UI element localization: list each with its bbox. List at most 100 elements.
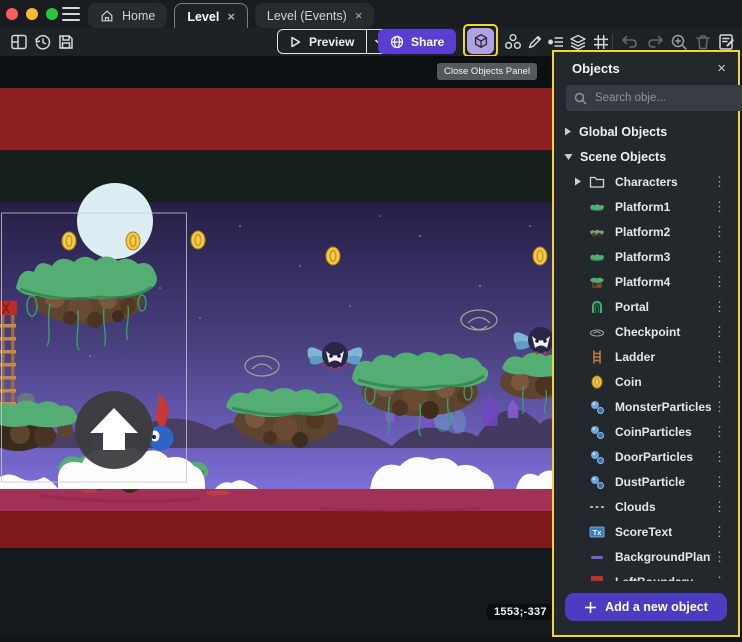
history-icon[interactable] bbox=[32, 31, 54, 53]
coin-thumb bbox=[588, 374, 606, 390]
object-menu-button[interactable]: ⋮ bbox=[711, 375, 728, 388]
object-item-characters[interactable]: Characters⋮ bbox=[554, 169, 738, 194]
objects-panel-icon[interactable] bbox=[467, 28, 494, 54]
moon[interactable] bbox=[77, 183, 153, 259]
object-item-platform4[interactable]: Platform4⋮ bbox=[554, 269, 738, 294]
object-label: DoorParticles bbox=[615, 450, 711, 464]
save-icon[interactable] bbox=[55, 31, 77, 53]
window-controls[interactable] bbox=[6, 8, 58, 20]
plus-icon bbox=[584, 601, 597, 614]
home-icon bbox=[100, 9, 114, 23]
object-menu-button[interactable]: ⋮ bbox=[711, 325, 728, 338]
object-menu-button[interactable]: ⋮ bbox=[711, 300, 728, 313]
search-icon bbox=[574, 92, 587, 105]
top-boundary[interactable] bbox=[0, 88, 556, 150]
object-groups-icon[interactable] bbox=[502, 31, 524, 53]
titlebar: Home Level × Level (Events) × bbox=[0, 0, 742, 28]
share-button[interactable]: Share bbox=[378, 29, 456, 54]
objects-panel-header: Objects × bbox=[554, 52, 738, 81]
tab-label: Level bbox=[187, 10, 219, 24]
ladder-thumb bbox=[588, 349, 606, 365]
object-label: BackgroundPlants bbox=[615, 550, 711, 564]
object-item-scoretext[interactable]: Tx ScoreText⋮ bbox=[554, 519, 738, 544]
group-global-objects[interactable]: Global Objects bbox=[554, 119, 738, 144]
object-item-dustparticle[interactable]: DustParticle⋮ bbox=[554, 469, 738, 494]
objects-panel: Objects × Global Objects Scene Objects C… bbox=[552, 50, 740, 637]
bottom-boundary[interactable] bbox=[0, 511, 556, 548]
play-icon bbox=[288, 35, 302, 49]
red-square-thumb bbox=[588, 574, 606, 582]
object-label: LeftBoundary bbox=[615, 575, 711, 582]
scene-render bbox=[0, 56, 556, 637]
platform-thumb bbox=[588, 199, 606, 215]
object-menu-button[interactable]: ⋮ bbox=[711, 475, 728, 488]
chevron-down-icon bbox=[564, 153, 573, 161]
particles-thumb bbox=[588, 399, 606, 415]
object-item-platform3[interactable]: Platform3⋮ bbox=[554, 244, 738, 269]
scene-editor-canvas[interactable] bbox=[0, 56, 556, 637]
group-scene-objects[interactable]: Scene Objects bbox=[554, 144, 738, 169]
checkpoint-thumb bbox=[588, 324, 606, 340]
close-tab-icon[interactable]: × bbox=[227, 10, 235, 23]
particles-thumb bbox=[588, 474, 606, 490]
object-item-platform1[interactable]: Platform1⋮ bbox=[554, 194, 738, 219]
tab-bar: Home Level × Level (Events) × bbox=[88, 3, 374, 28]
chevron-right-icon bbox=[564, 127, 572, 136]
main-menu-icon[interactable] bbox=[62, 7, 80, 21]
object-item-doorparticles[interactable]: DoorParticles⋮ bbox=[554, 444, 738, 469]
object-menu-button[interactable]: ⋮ bbox=[711, 200, 728, 213]
objects-tree: Global Objects Scene Objects Characters⋮… bbox=[554, 115, 738, 581]
edit-icon[interactable] bbox=[524, 31, 546, 53]
tab-level-events[interactable]: Level (Events) × bbox=[255, 3, 375, 28]
object-menu-button[interactable]: ⋮ bbox=[711, 400, 728, 413]
object-menu-button[interactable]: ⋮ bbox=[711, 550, 728, 563]
particles-thumb bbox=[588, 449, 606, 465]
chevron-right-icon[interactable] bbox=[574, 177, 588, 186]
object-item-ladder[interactable]: Ladder⋮ bbox=[554, 344, 738, 369]
object-item-coin[interactable]: Coin⋮ bbox=[554, 369, 738, 394]
object-menu-button[interactable]: ⋮ bbox=[711, 225, 728, 238]
zoom-window-icon[interactable] bbox=[46, 8, 58, 20]
jump-button-overlay[interactable] bbox=[75, 391, 153, 469]
object-menu-button[interactable]: ⋮ bbox=[711, 425, 728, 438]
tab-home[interactable]: Home bbox=[88, 3, 167, 28]
object-label: ScoreText bbox=[615, 525, 711, 539]
add-object-button[interactable]: Add a new object bbox=[565, 593, 727, 621]
panels-icon[interactable] bbox=[8, 31, 30, 53]
object-item-clouds[interactable]: Clouds⋮ bbox=[554, 494, 738, 519]
object-menu-button[interactable]: ⋮ bbox=[711, 575, 728, 581]
close-panel-icon[interactable]: × bbox=[717, 61, 726, 76]
search-box[interactable] bbox=[566, 85, 742, 111]
close-window-icon[interactable] bbox=[6, 8, 18, 20]
share-label: Share bbox=[411, 35, 444, 49]
object-label: Platform1 bbox=[615, 200, 711, 214]
object-menu-button[interactable]: ⋮ bbox=[711, 450, 728, 463]
object-item-leftboundary[interactable]: LeftBoundary⋮ bbox=[554, 569, 738, 581]
search-input[interactable] bbox=[593, 91, 742, 105]
object-item-checkpoint[interactable]: Checkpoint⋮ bbox=[554, 319, 738, 344]
close-tab-icon[interactable]: × bbox=[355, 9, 363, 22]
folder-icon bbox=[588, 175, 606, 189]
dashes-thumb bbox=[588, 499, 606, 515]
object-item-backgroundplants[interactable]: BackgroundPlants⋮ bbox=[554, 544, 738, 569]
panel-title: Objects bbox=[572, 61, 717, 76]
object-item-monsterparticles[interactable]: MonsterParticles⋮ bbox=[554, 394, 738, 419]
object-menu-button[interactable]: ⋮ bbox=[711, 275, 728, 288]
object-label: MonsterParticles bbox=[615, 400, 711, 414]
object-item-coinparticles[interactable]: CoinParticles⋮ bbox=[554, 419, 738, 444]
object-menu-button[interactable]: ⋮ bbox=[711, 250, 728, 263]
tab-label: Level (Events) bbox=[267, 9, 347, 23]
object-menu-button[interactable]: ⋮ bbox=[711, 525, 728, 538]
text-thumb: Tx bbox=[588, 524, 606, 540]
tab-level[interactable]: Level × bbox=[174, 3, 248, 29]
object-item-portal[interactable]: Portal⋮ bbox=[554, 294, 738, 319]
object-label: Portal bbox=[615, 300, 711, 314]
object-item-platform2[interactable]: Platform2⋮ bbox=[554, 219, 738, 244]
object-menu-button[interactable]: ⋮ bbox=[711, 500, 728, 513]
object-menu-button[interactable]: ⋮ bbox=[711, 175, 728, 188]
preview-button[interactable]: Preview bbox=[277, 29, 392, 54]
minimize-window-icon[interactable] bbox=[26, 8, 38, 20]
tab-label: Home bbox=[122, 9, 155, 23]
object-menu-button[interactable]: ⋮ bbox=[711, 350, 728, 363]
upper-dark-band bbox=[0, 150, 556, 202]
